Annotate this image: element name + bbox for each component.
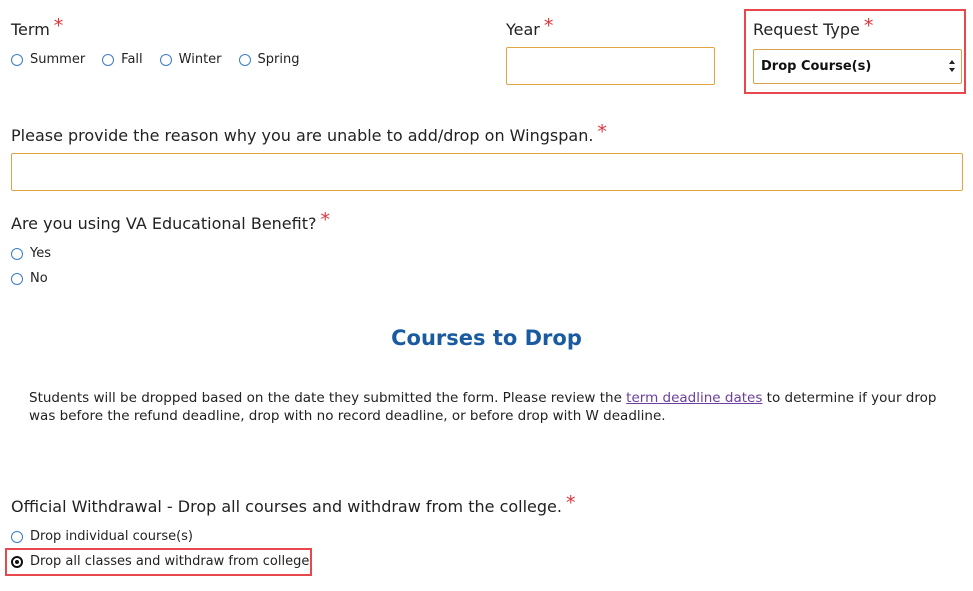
term-radio-group: Summer Fall Winter Spring [11, 52, 299, 67]
reason-label-text: Please provide the reason why you are un… [11, 126, 594, 145]
year-label: Year * [506, 15, 554, 40]
radio-icon[interactable] [11, 53, 23, 66]
request-type-label-text: Request Type [753, 20, 860, 39]
required-marker: * [320, 209, 330, 231]
required-marker: * [565, 492, 576, 514]
term-label: Term * [11, 15, 64, 40]
radio-icon[interactable] [238, 53, 251, 66]
radio-icon[interactable] [11, 247, 23, 260]
term-option-spring[interactable]: Spring [238, 52, 299, 67]
courses-info-paragraph: Students will be dropped based on the da… [29, 389, 944, 425]
request-type-label: Request Type * [753, 15, 874, 40]
withdrawal-option-all[interactable]: Drop all classes and withdraw from colle… [11, 554, 309, 569]
reason-input[interactable] [11, 153, 963, 191]
radio-icon[interactable] [11, 530, 23, 543]
term-deadline-dates-link[interactable]: term deadline dates [626, 390, 762, 406]
radio-icon[interactable] [102, 53, 115, 66]
radio-icon[interactable] [11, 272, 23, 285]
withdrawal-option-individual[interactable]: Drop individual course(s) [11, 529, 193, 544]
courses-to-drop-heading: Courses to Drop [391, 326, 582, 350]
request-type-selected-value: Drop Course(s) [761, 59, 872, 74]
reason-label: Please provide the reason why you are un… [11, 121, 607, 146]
withdrawal-label-text: Official Withdrawal - Drop all courses a… [11, 497, 562, 516]
select-arrows-icon [949, 60, 955, 72]
va-option-no[interactable]: No [11, 271, 48, 286]
required-marker: * [863, 15, 874, 37]
info-text-before: Students will be dropped based on the da… [29, 390, 627, 406]
required-marker: * [543, 15, 554, 37]
va-benefit-label-text: Are you using VA Educational Benefit? [11, 214, 317, 233]
year-input[interactable] [506, 47, 715, 85]
radio-checked-icon[interactable] [11, 555, 23, 568]
term-option-summer[interactable]: Summer [11, 52, 85, 67]
year-label-text: Year [506, 20, 540, 39]
required-marker: * [597, 121, 607, 143]
va-option-yes[interactable]: Yes [11, 246, 51, 261]
required-marker: * [53, 15, 64, 37]
request-type-select[interactable]: Drop Course(s) [753, 49, 962, 84]
radio-icon[interactable] [159, 53, 172, 66]
term-label-text: Term [11, 20, 50, 39]
withdrawal-label: Official Withdrawal - Drop all courses a… [11, 492, 576, 517]
term-option-fall[interactable]: Fall [102, 52, 143, 67]
term-option-winter[interactable]: Winter [159, 52, 222, 67]
va-benefit-label: Are you using VA Educational Benefit? * [11, 209, 330, 234]
